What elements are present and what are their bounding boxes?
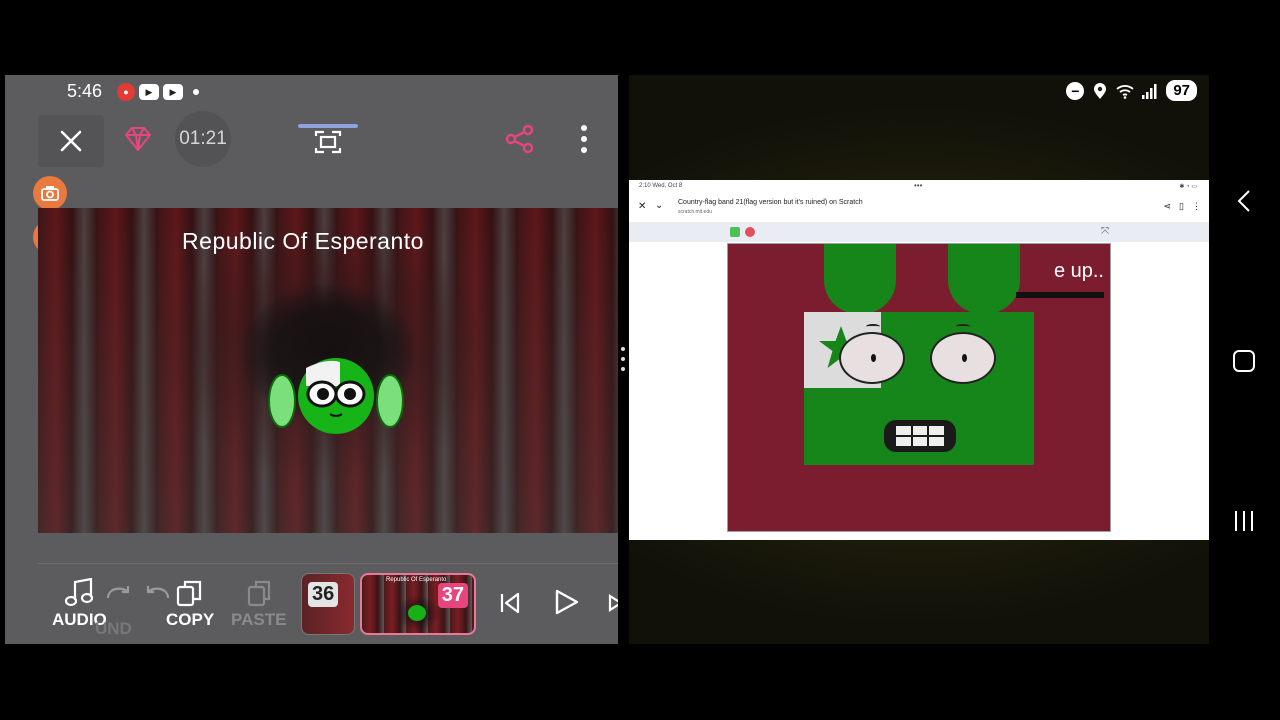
scratch-controls-bar: ⤧ — [629, 222, 1209, 242]
wifi-icon — [1116, 84, 1134, 99]
snapshot-tool-button[interactable] — [33, 176, 67, 210]
music-note-icon — [65, 578, 94, 607]
skip-to-start-icon — [500, 592, 520, 614]
paste-frame-button[interactable]: PASTE — [231, 578, 286, 630]
eye-right — [930, 332, 996, 384]
browser-actions: ⋖ ▯ ⋮ — [1164, 201, 1202, 212]
bookmark-icon: ▯ — [1179, 201, 1184, 211]
green-flag-icon — [730, 227, 740, 237]
frame-number-badge: 37 — [437, 583, 468, 608]
next-frame-button[interactable] — [607, 590, 618, 616]
browser-header: ✕ ⌄ Country-flag band 21(flag version bu… — [629, 194, 1209, 222]
home-icon — [1233, 350, 1255, 372]
paste-label: PASTE — [231, 610, 287, 629]
scratch-stage: e up.. — [727, 243, 1111, 532]
close-icon: ✕ — [638, 201, 647, 212]
battery-level: 97 — [1166, 80, 1197, 101]
tablet-status-dots: ••• — [914, 181, 923, 190]
do-not-disturb-icon: − — [1066, 81, 1085, 100]
youtube-icon: ▶ — [163, 84, 183, 100]
back-button[interactable] — [1229, 186, 1259, 216]
recent-apps-icon — [1235, 511, 1253, 531]
share-button[interactable] — [500, 119, 540, 159]
location-icon — [1094, 82, 1107, 99]
gritted-mouth — [884, 420, 956, 452]
video-player-pane: − 97 2:10 Wed, Oct 8 ••• ✱ ◔ ▭ ✕ ⌄ Count… — [629, 75, 1209, 644]
close-button[interactable] — [38, 115, 104, 167]
more-vertical-icon: ⋮ — [1192, 201, 1201, 211]
character-ear-left — [824, 244, 896, 314]
diamond-icon — [125, 127, 151, 151]
paste-icon — [247, 580, 270, 607]
timeline-separator — [38, 563, 618, 564]
animation-preview-canvas[interactable]: Republic Of Esperanto — [38, 208, 618, 533]
fit-screen-icon — [298, 124, 358, 154]
frame-character-preview — [408, 605, 426, 621]
frame-caption: Republic Of Esperanto — [386, 577, 447, 583]
speech-text: e up.. — [1053, 260, 1104, 282]
go-to-first-frame-button[interactable] — [495, 588, 525, 618]
tablet-screenshot-video[interactable]: 2:10 Wed, Oct 8 ••• ✱ ◔ ▭ ✕ ⌄ Country-fl… — [629, 180, 1209, 540]
browser-url: scratch.mit.edu — [678, 209, 712, 215]
eyebrow-right — [956, 324, 970, 329]
eyebrow-left — [866, 324, 880, 329]
copy-icon — [176, 580, 202, 607]
system-navigation-bar — [1209, 75, 1280, 644]
share-icon: ⋖ — [1163, 201, 1172, 211]
back-chevron-icon — [1237, 190, 1250, 212]
divider-handle[interactable] — [621, 347, 625, 371]
speech-underline — [1016, 292, 1104, 298]
tablet-status-icons: ✱ ◔ ▭ — [1179, 184, 1197, 190]
editor-toolbar: 01:21 — [5, 105, 618, 167]
premium-button[interactable] — [118, 119, 158, 159]
character-ear-right — [948, 244, 1020, 314]
animation-editor-pane: 5:46 ● ▶ ▶ 01:21 Republic Of Esperanto A… — [5, 75, 618, 644]
chevron-down-icon: ⌄ — [655, 200, 664, 211]
copy-label: COPY — [166, 610, 215, 629]
split-screen-divider[interactable] — [618, 75, 629, 644]
redo-icon — [106, 586, 130, 599]
stop-icon — [745, 227, 755, 237]
frame-number-badge: 36 — [308, 582, 339, 607]
youtube-icon: ▶ — [139, 84, 159, 100]
screen-recorder-icon: ● — [117, 83, 135, 101]
tablet-status-time: 2:10 Wed, Oct 8 — [639, 183, 683, 189]
copy-frame-button[interactable]: COPY — [166, 578, 214, 630]
frame-thumbnail-selected[interactable]: Republic Of Esperanto 37 — [360, 573, 476, 635]
esperanto-ball-character — [268, 358, 404, 434]
signal-strength-icon — [1142, 83, 1157, 99]
screen: 5:46 ● ▶ ▶ 01:21 Republic Of Esperanto A… — [0, 0, 1280, 720]
redo-button[interactable] — [102, 578, 134, 610]
status-time: 5:46 — [67, 81, 103, 101]
eye-left — [839, 332, 905, 384]
frame-thumbnail[interactable]: 36 — [301, 573, 355, 635]
home-button[interactable] — [1229, 346, 1259, 376]
share-icon — [505, 124, 534, 154]
more-notifications-dot-icon — [193, 89, 199, 95]
more-vertical-icon — [581, 125, 587, 153]
recent-apps-button[interactable] — [1229, 506, 1259, 536]
more-options-button[interactable] — [568, 119, 600, 159]
undo-label: UND — [95, 619, 132, 638]
fit-screen-button[interactable] — [295, 119, 361, 159]
camera-icon — [41, 186, 59, 201]
play-button[interactable] — [550, 586, 582, 618]
browser-page-title: Country-flag band 21(flag version but it… — [678, 199, 863, 206]
fullscreen-icon: ⤧ — [1101, 226, 1109, 237]
playback-timer: 01:21 — [175, 111, 231, 167]
close-icon — [60, 130, 82, 152]
frame-timeline-bar: AUDIO UND COPY PASTE 36 Republic Of Espe… — [5, 570, 618, 644]
play-icon — [555, 589, 579, 615]
status-notification-icons: ● ▶ ▶ — [117, 83, 199, 101]
preview-title-text: Republic Of Esperanto — [182, 228, 424, 254]
status-bar-right: − 97 — [1066, 80, 1197, 101]
skip-forward-icon — [608, 593, 618, 613]
